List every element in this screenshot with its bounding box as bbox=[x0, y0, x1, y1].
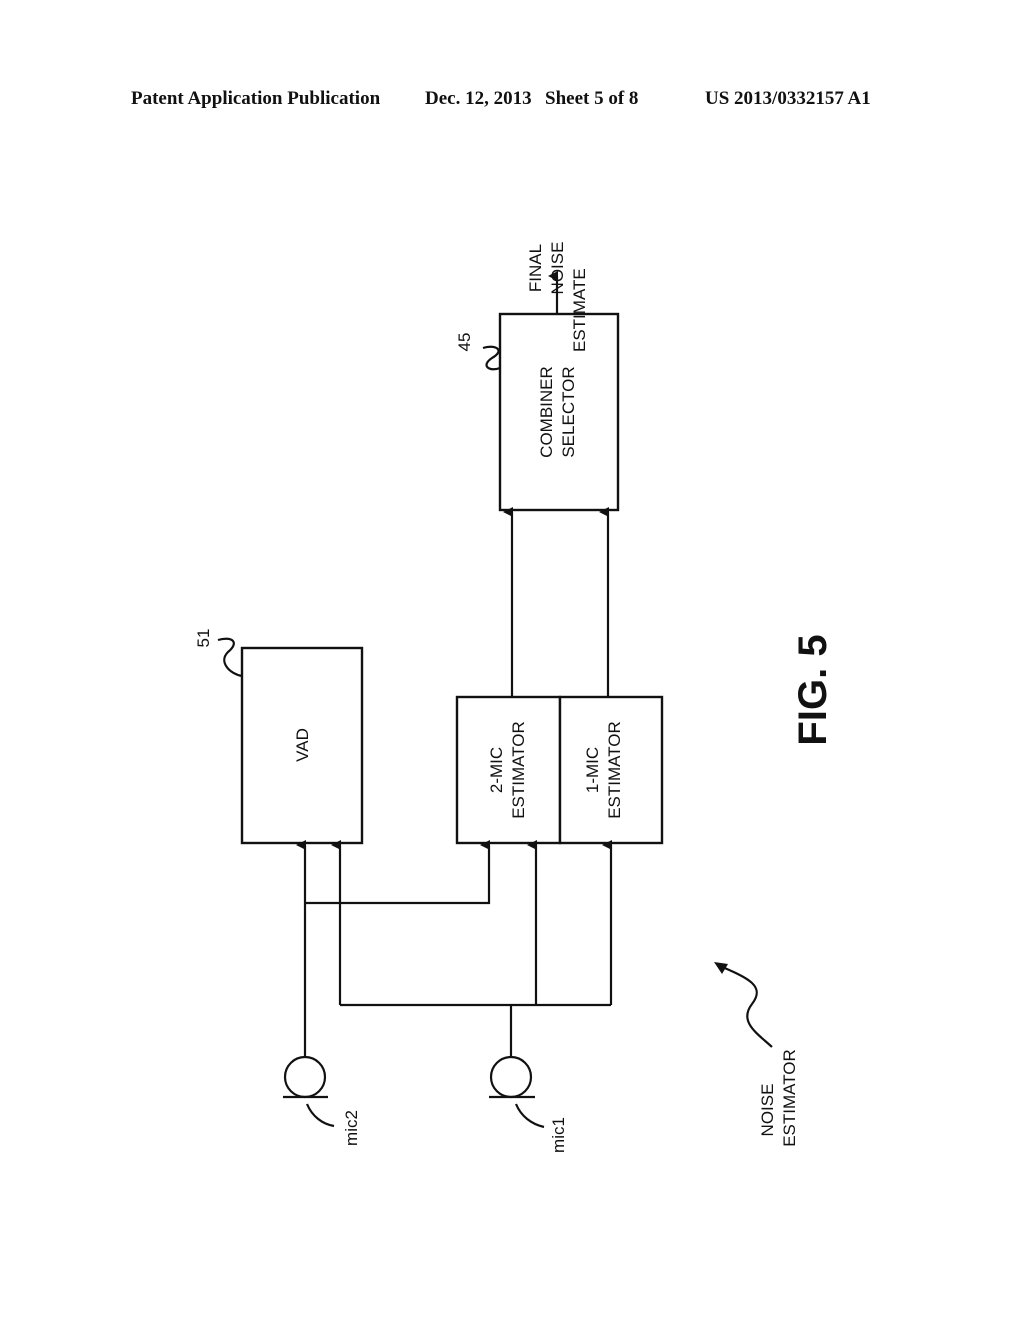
svg-text:2-MIC: 2-MIC bbox=[487, 747, 506, 793]
ref-51: 51 bbox=[194, 629, 213, 648]
svg-text:1-MIC: 1-MIC bbox=[583, 747, 602, 793]
svg-text:ESTIMATE: ESTIMATE bbox=[570, 268, 589, 352]
noise-estimator-leader bbox=[719, 964, 773, 1048]
figure-label: FIG. 5 bbox=[791, 634, 835, 745]
svg-text:ESTIMATOR: ESTIMATOR bbox=[605, 721, 624, 819]
combiner-selector-block: COMBINER SELECTOR bbox=[498, 312, 620, 512]
mic2-to-two-mic-arrow bbox=[305, 840, 491, 905]
selector-label: SELECTOR bbox=[559, 366, 578, 457]
mic2-label: mic2 bbox=[342, 1110, 361, 1146]
noise-estimator-label: NOISE ESTIMATOR bbox=[758, 1049, 799, 1147]
ref-51-leader bbox=[217, 637, 243, 678]
mic2-icon bbox=[283, 1055, 335, 1128]
svg-text:ESTIMATOR: ESTIMATOR bbox=[509, 721, 528, 819]
mic1-icon bbox=[489, 1055, 545, 1129]
two-mic-estimator-block: 2-MIC ESTIMATOR bbox=[455, 695, 562, 845]
svg-text:NOISE: NOISE bbox=[548, 242, 567, 295]
svg-text:FINAL: FINAL bbox=[526, 244, 545, 292]
one-mic-estimator-block: 1-MIC ESTIMATOR bbox=[558, 695, 664, 845]
vad-label: VAD bbox=[293, 728, 312, 762]
mic1-label: mic1 bbox=[549, 1117, 568, 1153]
svg-text:NOISE: NOISE bbox=[758, 1084, 777, 1137]
ref-45-leader bbox=[482, 345, 501, 371]
vad-block: VAD bbox=[240, 646, 364, 845]
combiner-label: COMBINER bbox=[537, 366, 556, 458]
svg-text:ESTIMATOR: ESTIMATOR bbox=[780, 1049, 799, 1147]
noise-estimator-diagram: COMBINER SELECTOR 45 FINAL NOISE ESTIMAT… bbox=[194, 242, 835, 1153]
ref-45: 45 bbox=[455, 333, 474, 352]
